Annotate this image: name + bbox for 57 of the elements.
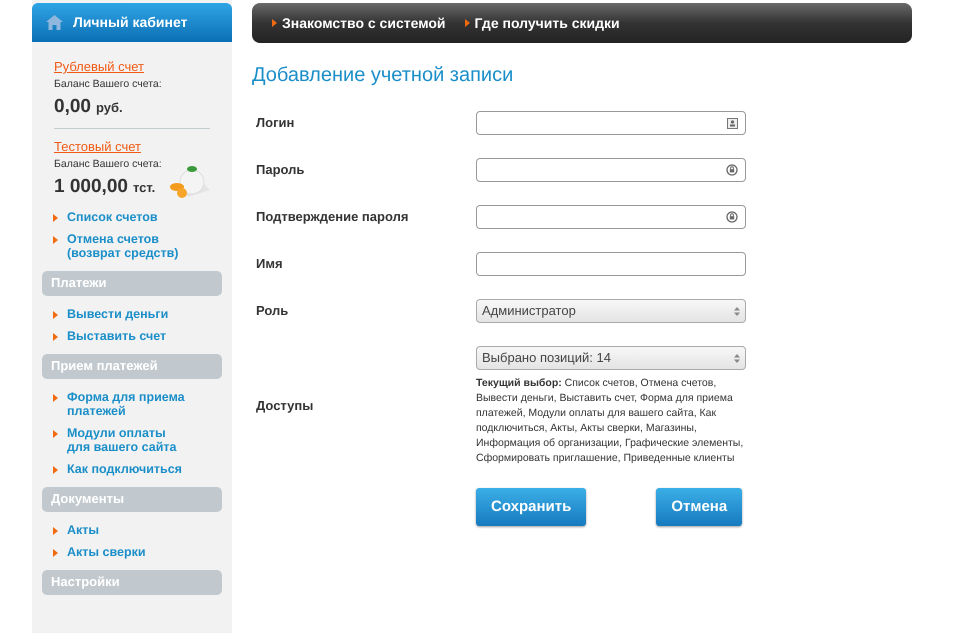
section-header: Настройки xyxy=(42,570,222,594)
sidebar-link[interactable]: Вывести деньги xyxy=(67,306,168,320)
current-selection-text: Текущий выбор: Список счетов, Отмена счетов, Вывести деньги, Выставить счет, Форма для приема платежей, Модули оплаты для вашего сайта, Как подключиться, Акты, Акты сверки, Магазины, Информация об организации, Графические элементы, Сформировать приглашение, Приведенные клиенты xyxy=(476,376,744,466)
save-button[interactable]: Сохранить xyxy=(476,488,586,526)
account-link[interactable]: Тестовый счет xyxy=(54,138,162,156)
section-header: Платежи xyxy=(42,270,222,296)
arrow-icon xyxy=(53,466,58,474)
access-select[interactable]: Выбрано позиций: 14 xyxy=(476,346,746,370)
account-link[interactable]: Рублевый счет xyxy=(54,58,210,75)
arrow-icon xyxy=(53,430,58,438)
sidebar-link[interactable]: Форма для приема платежей xyxy=(67,390,192,418)
sidebar-link[interactable]: Как подключиться xyxy=(67,462,182,476)
nav-link[interactable]: Где получить скидки xyxy=(474,12,620,34)
arrow-icon xyxy=(272,19,277,27)
arrow-icon xyxy=(53,394,58,402)
field-label: Подтверждение пароля xyxy=(255,208,410,226)
field-label: Логин xyxy=(255,114,296,132)
input-field[interactable] xyxy=(476,252,746,276)
field-label: Имя xyxy=(255,255,284,274)
balance-currency: руб. xyxy=(96,98,123,117)
cancel-button[interactable]: Отмена xyxy=(656,488,742,526)
sidebar-link[interactable]: Список счетов xyxy=(67,210,158,224)
select-arrows-icon xyxy=(734,354,740,362)
role-select[interactable]: Администратор xyxy=(476,299,746,323)
arrow-icon xyxy=(53,526,58,534)
balance-label: Баланс Вашего счета: xyxy=(54,77,163,92)
sidebar-link[interactable]: Акты сверки xyxy=(67,544,146,558)
arrow-icon xyxy=(53,310,58,318)
field-label: Доступы xyxy=(255,397,314,416)
arrow-icon xyxy=(464,19,470,27)
balance-amount: 1 000,00 xyxy=(54,175,128,199)
input-field[interactable] xyxy=(476,158,746,182)
arrow-icon xyxy=(53,548,58,556)
balance-label: Баланс Вашего счета: xyxy=(54,157,162,172)
balance-amount: 0,00 xyxy=(54,94,91,119)
sidebar-link[interactable]: Отмена счетов (возврат средств) xyxy=(67,232,192,260)
sidebar-title: Личный кабинет xyxy=(73,13,188,32)
input-field[interactable] xyxy=(476,205,746,229)
nav-link[interactable]: Знакомство с системой xyxy=(282,12,446,34)
arrow-icon xyxy=(53,332,58,340)
input-field[interactable] xyxy=(476,111,746,135)
sidebar-link[interactable]: Выставить счет xyxy=(67,328,166,342)
field-label: Пароль xyxy=(255,161,306,180)
lock-refresh-icon xyxy=(726,164,738,176)
sidebar-link[interactable]: Модули оплаты для вашего сайта xyxy=(67,426,192,454)
section-header: Прием платежей xyxy=(42,354,222,378)
contact-card-icon xyxy=(727,118,738,128)
lock-refresh-icon xyxy=(726,211,738,223)
arrow-icon xyxy=(53,214,58,222)
sidebar-link[interactable]: Акты xyxy=(67,522,100,536)
select-arrows-icon xyxy=(734,306,740,316)
arrow-icon xyxy=(53,236,58,244)
section-header: Документы xyxy=(42,486,222,512)
home-icon xyxy=(46,15,63,30)
page-title: Добавление учетной записи xyxy=(252,63,514,87)
field-label: Роль xyxy=(255,302,290,320)
balance-currency: тст. xyxy=(132,179,156,197)
